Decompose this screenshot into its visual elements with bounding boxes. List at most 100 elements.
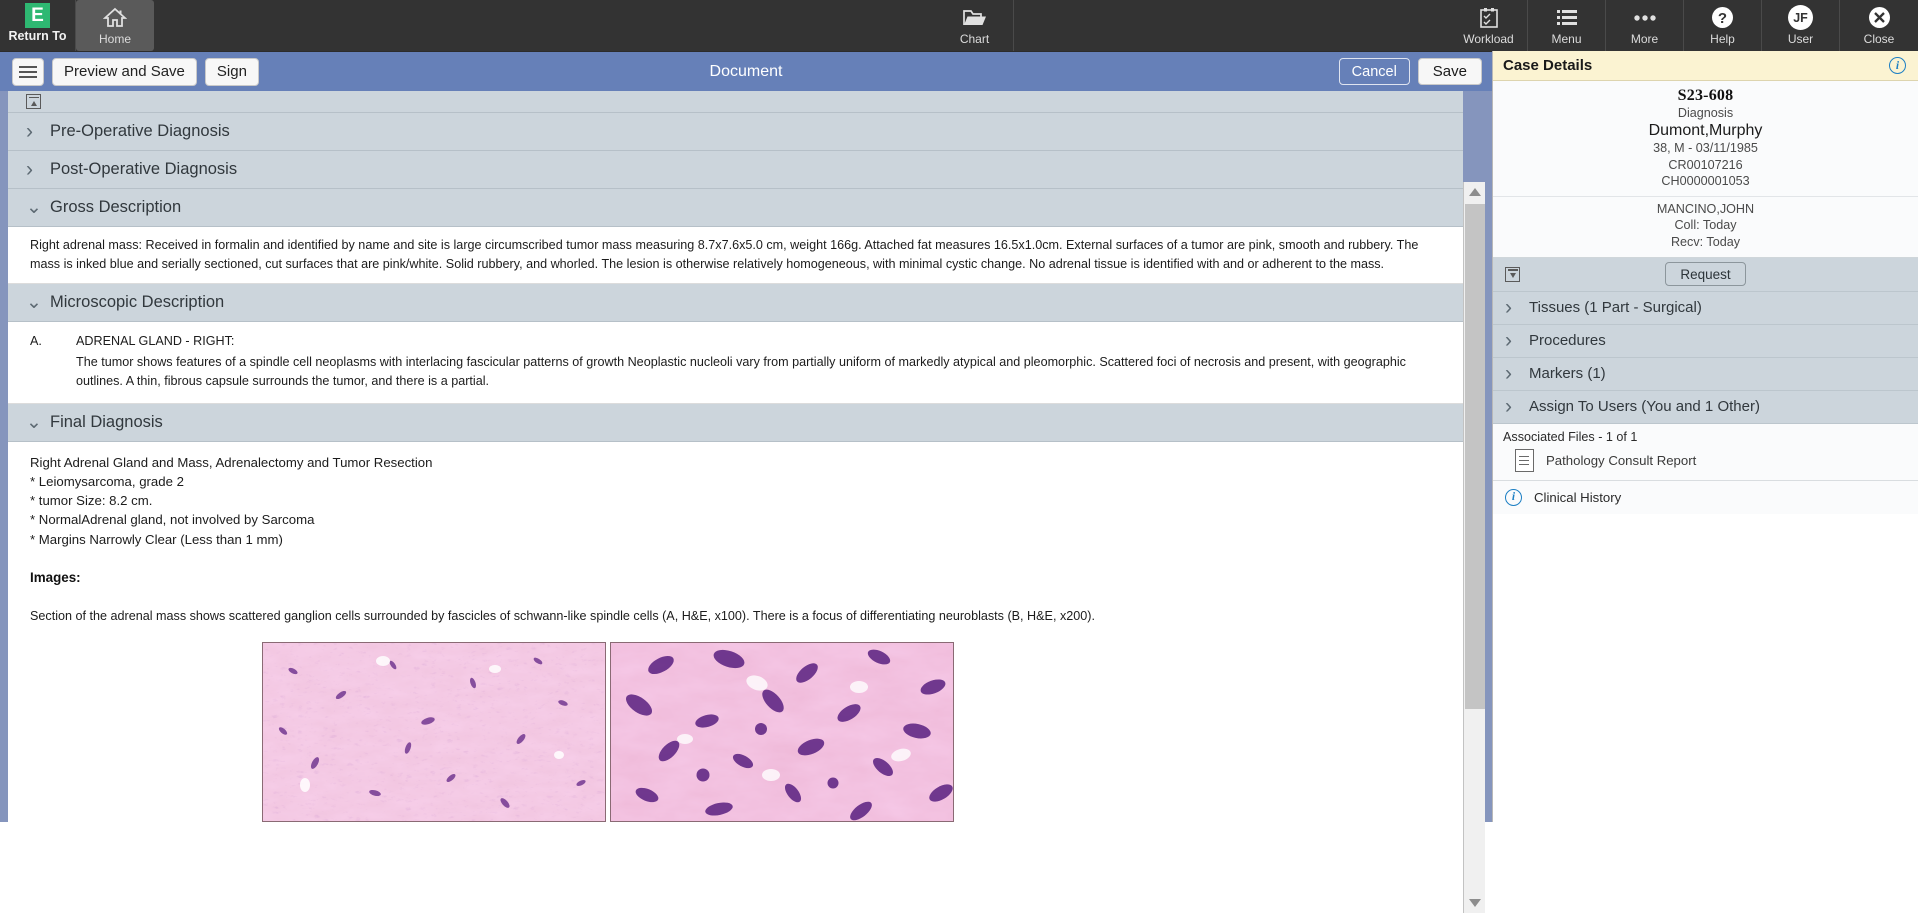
- panel-section-assign-to-users[interactable]: Assign To Users (You and 1 Other): [1493, 390, 1918, 424]
- panel-section-procedures[interactable]: Procedures: [1493, 324, 1918, 358]
- help-label: Help: [1710, 31, 1735, 46]
- microscopic-description-body[interactable]: A. ADRENAL GLAND - RIGHT: The tumor show…: [8, 322, 1463, 404]
- section-header-gross-description[interactable]: Gross Description: [8, 189, 1463, 227]
- more-label: More: [1630, 31, 1659, 46]
- document-vertical-scrollbar[interactable]: [1463, 182, 1485, 913]
- toolbar-right: Workload Menu More ? Help JF User Close: [1450, 0, 1918, 51]
- chevron-right-icon: [1505, 396, 1519, 417]
- panel-section-tissues[interactable]: Tissues (1 Part - Surgical): [1493, 291, 1918, 325]
- document-file-icon: [1515, 448, 1534, 472]
- close-button[interactable]: Close: [1840, 0, 1918, 51]
- microscopic-item-letter: A.: [30, 334, 42, 348]
- case-summary: S23-608 Diagnosis Dumont,Murphy 38, M - …: [1493, 81, 1918, 197]
- request-button[interactable]: Request: [1665, 262, 1746, 287]
- app-logo-icon: E: [25, 3, 50, 28]
- chevron-right-icon: [1505, 363, 1519, 384]
- histology-image-a[interactable]: [262, 642, 606, 822]
- gross-description-text[interactable]: Right adrenal mass: Received in formalin…: [8, 227, 1463, 284]
- collapse-all-icon[interactable]: [26, 94, 41, 109]
- cancel-button[interactable]: Cancel: [1338, 58, 1410, 85]
- workload-button[interactable]: Workload: [1450, 0, 1528, 51]
- clinical-history-row[interactable]: i Clinical History: [1493, 480, 1918, 514]
- clipboard-check-icon: [1479, 6, 1499, 30]
- chevron-right-icon: [1505, 297, 1519, 318]
- document-area: Pre-Operative Diagnosis Post-Operative D…: [0, 91, 1492, 913]
- close-icon: [1868, 6, 1891, 30]
- document-scroll-region: Pre-Operative Diagnosis Post-Operative D…: [8, 91, 1463, 822]
- case-details-title: Case Details: [1503, 57, 1593, 74]
- associated-files-header: Associated Files - 1 of 1: [1493, 423, 1918, 447]
- menu-label: Menu: [1551, 31, 1582, 46]
- svg-text:?: ?: [1718, 10, 1727, 27]
- close-label: Close: [1863, 31, 1895, 46]
- section-header-pre-operative-diagnosis[interactable]: Pre-Operative Diagnosis: [8, 113, 1463, 151]
- section-label: Pre-Operative Diagnosis: [50, 122, 230, 140]
- top-toolbar: E Return To Home Chart Workload Menu Mor…: [0, 0, 1918, 51]
- chevron-down-icon: [26, 198, 40, 217]
- info-icon[interactable]: i: [1889, 57, 1906, 74]
- list-menu-icon: [1556, 6, 1578, 30]
- home-button[interactable]: Home: [76, 0, 154, 51]
- section-header-post-operative-diagnosis[interactable]: Post-Operative Diagnosis: [8, 151, 1463, 189]
- final-diagnosis-line: * Margins Narrowly Clear (Less than 1 mm…: [30, 531, 283, 547]
- workload-label: Workload: [1463, 31, 1514, 46]
- case-details-header: Case Details i: [1493, 51, 1918, 81]
- case-details-panel: Case Details i S23-608 Diagnosis Dumont,…: [1492, 51, 1918, 822]
- document-toolbar: Document Preview and Save Sign Cancel Sa…: [0, 51, 1492, 91]
- scroll-up-arrow-icon[interactable]: [1464, 182, 1486, 202]
- scroll-down-arrow-icon[interactable]: [1464, 893, 1486, 913]
- chart-button[interactable]: Chart: [936, 0, 1014, 51]
- ordering-physician: MANCINO,JOHN: [1656, 201, 1755, 216]
- chart-label: Chart: [959, 31, 990, 46]
- return-to-button[interactable]: E Return To: [0, 0, 76, 51]
- images-label: Images:: [30, 570, 81, 585]
- info-icon: i: [1505, 488, 1522, 506]
- final-diagnosis-line: * NormalAdrenal gland, not involved by S…: [30, 512, 315, 528]
- preview-and-save-button[interactable]: Preview and Save: [52, 57, 197, 86]
- associated-file-name: Pathology Consult Report: [1546, 452, 1697, 468]
- histology-image-b[interactable]: [610, 642, 954, 822]
- final-diagnosis-line: * tumor Size: 8.2 cm.: [30, 493, 153, 509]
- section-header-microscopic-description[interactable]: Microscopic Description: [8, 284, 1463, 322]
- return-to-label: Return To: [8, 29, 67, 43]
- chevron-down-icon: [26, 293, 40, 312]
- ellipsis-icon: [1633, 6, 1657, 30]
- panel-section-markers[interactable]: Markers (1): [1493, 357, 1918, 391]
- collected-date: Coll: Today: [1674, 218, 1737, 233]
- section-label: Microscopic Description: [50, 293, 225, 311]
- final-diagnosis-line: Right Adrenal Gland and Mass, Adrenalect…: [30, 454, 433, 470]
- more-button[interactable]: More: [1606, 0, 1684, 51]
- images-caption: Section of the adrenal mass shows scatte…: [30, 608, 1095, 623]
- avatar: JF: [1788, 5, 1813, 30]
- sign-button[interactable]: Sign: [204, 57, 259, 86]
- hamburger-menu-icon[interactable]: [12, 57, 44, 86]
- associated-file-row[interactable]: Pathology Consult Report: [1493, 446, 1918, 481]
- chevron-down-icon: [26, 413, 40, 432]
- toolbar-middle: Chart: [154, 0, 1450, 51]
- chevron-right-icon: [1505, 330, 1519, 351]
- case-ch-number: CH0000001053: [1661, 174, 1750, 189]
- final-diagnosis-line: * Leiomysarcoma, grade 2: [30, 473, 184, 489]
- patient-name: Dumont,Murphy: [1648, 122, 1763, 139]
- scrollbar-thumb[interactable]: [1465, 204, 1485, 709]
- case-cr-number: CR00107216: [1668, 157, 1743, 172]
- folder-icon: [962, 6, 987, 30]
- question-circle-icon: ?: [1711, 6, 1734, 30]
- help-button[interactable]: ? Help: [1684, 0, 1762, 51]
- panel-section-label: Tissues (1 Part - Surgical): [1529, 299, 1702, 317]
- user-button[interactable]: JF User: [1762, 0, 1840, 51]
- final-diagnosis-body[interactable]: Right Adrenal Gland and Mass, Adrenalect…: [8, 441, 1463, 822]
- patient-demographics: 38, M - 03/11/1985: [1653, 141, 1758, 155]
- section-label: Gross Description: [50, 198, 182, 216]
- panel-section-label: Assign To Users (You and 1 Other): [1529, 398, 1760, 416]
- home-icon: [103, 6, 127, 30]
- save-button[interactable]: Save: [1417, 58, 1482, 85]
- microscopic-item-text: The tumor shows features of a spindle ce…: [76, 354, 1406, 388]
- menu-button[interactable]: Menu: [1528, 0, 1606, 51]
- panel-section-label: Procedures: [1529, 332, 1606, 350]
- request-row: Request: [1493, 257, 1918, 292]
- histology-image-gallery: [30, 642, 1441, 822]
- panel-collapse-icon[interactable]: [1505, 266, 1520, 282]
- collapse-all-strip: [8, 91, 1463, 113]
- section-header-final-diagnosis[interactable]: Final Diagnosis: [8, 403, 1463, 442]
